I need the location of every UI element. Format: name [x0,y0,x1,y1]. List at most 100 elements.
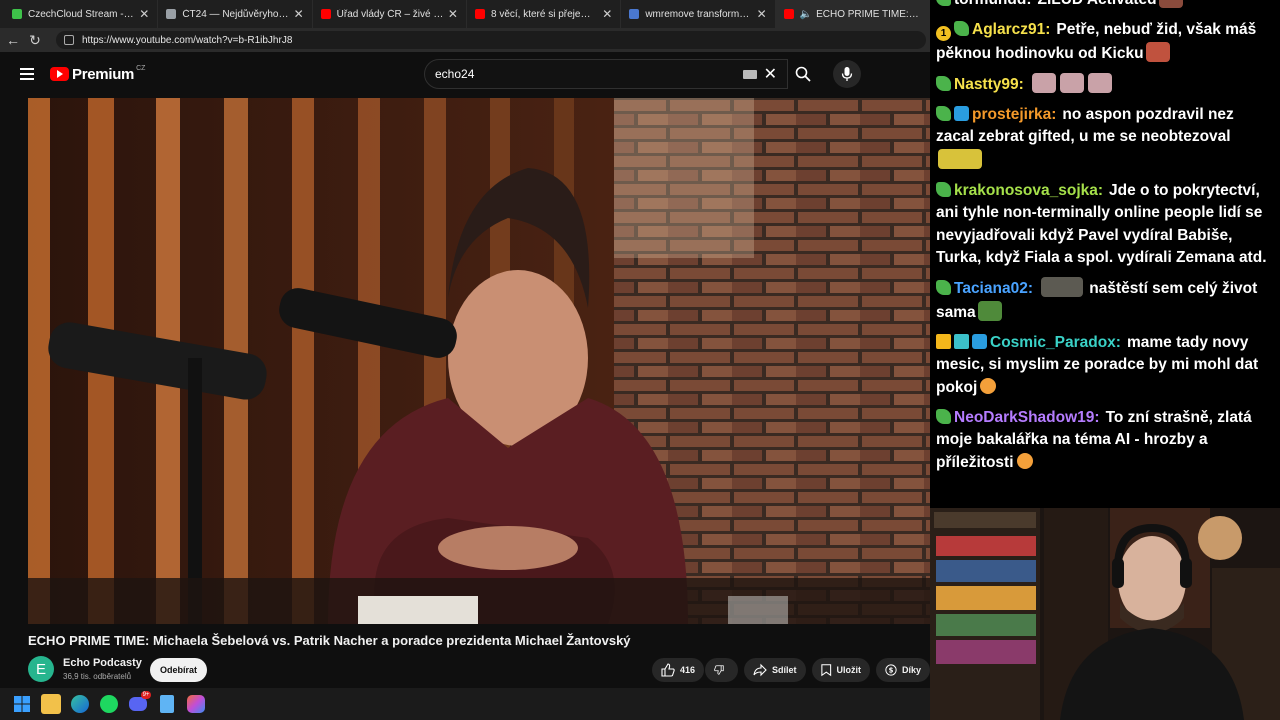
youtube-icon [320,9,331,19]
search-input[interactable]: echo24 ✕ [424,59,788,89]
chat-username[interactable]: tormundd: [954,0,1031,8]
chat-message: Taciana02: naštěstí sem celý život sama [936,277,1276,324]
video-frame-image [28,98,930,624]
tab-title: CzechCloud Stream - Watch Live o [28,8,136,20]
czechcloud-icon [12,9,22,19]
chat-username[interactable]: Nastty99: [954,76,1024,93]
edge-icon[interactable] [70,694,90,714]
rank-badge-icon: 1 [936,26,951,41]
browser-tab-echo-prime-time[interactable]: 🔈ECHO PRIME TIME: Micha [775,0,930,28]
subscribe-button[interactable]: Odebírat [150,658,207,682]
close-icon[interactable]: ✕ [139,7,149,21]
save-label: Uložit [836,665,862,675]
chat-message: Cosmic_Paradox: mame tady novy mesic, si … [936,332,1276,400]
subscriber-badge-icon [954,21,969,36]
discord-badge: 9+ [141,691,151,699]
tab-title: ČT24 — Nejdůvěryhodnější zpravo [182,8,290,20]
browser-tab-wmremove[interactable]: wmremove transformed (4) — Port ✕ [621,0,776,28]
file-explorer-icon[interactable] [41,694,61,714]
chat-username[interactable]: krakonosova_sojka: [954,182,1103,199]
thumbs-up-icon [661,663,675,677]
windows-taskbar: 9+ [0,688,930,720]
streamer-webcam [930,508,1280,720]
like-count: 416 [679,665,695,675]
menu-icon[interactable] [20,68,34,80]
microphone-icon [841,67,853,81]
share-icon [753,663,767,677]
copilot-icon[interactable] [186,694,206,714]
browser-tab-strip: CzechCloud Stream - Watch Live o✕ ČT24 —… [0,0,930,28]
search-icon [795,66,811,82]
browser-tab-ct24[interactable]: ČT24 — Nejdůvěryhodnější zpravo ✕ [158,0,313,28]
dislike-button[interactable] [705,658,738,682]
youtube-header: Premium CZ echo24 ✕ [0,52,930,96]
subscriber-badge-icon [936,0,951,6]
subscriber-badge-icon [936,408,951,424]
chat-username[interactable]: prostejirka: [972,106,1056,123]
emote-icon [1059,72,1084,93]
search-button[interactable] [788,59,818,89]
ct24-icon [166,9,177,19]
video-player[interactable] [28,98,930,624]
tab-title: wmremove transformed (4) — Port [645,8,752,20]
youtube-premium-logo[interactable]: Premium CZ [50,64,146,83]
reload-icon[interactable]: ↻ [24,32,46,49]
chat-username[interactable]: Aglarcz91: [972,21,1050,38]
channel-name[interactable]: Echo Podcasty [63,657,142,669]
browser-tab-urad-vlady[interactable]: Úřad vlády ČR – živé vysílání - You ✕ [313,0,467,28]
thanks-button[interactable]: $ Díky [876,658,930,682]
emoji-icon [980,377,997,394]
emote-icon [1145,41,1170,62]
subscriber-badge-icon [936,181,951,197]
country-code: CZ [136,64,146,72]
tab-title: ECHO PRIME TIME: Micha [816,8,921,20]
windows-icon[interactable] [12,694,32,714]
chat-username[interactable]: Cosmic_Paradox: [990,334,1121,351]
chat-message: 1 Aglarcz91: Petře, nebuď žid, však máš pě… [936,19,1276,65]
chat-message: prostejirka: no aspon pozdravil nez zacal… [936,104,1276,173]
subscriber-badge-icon [936,75,951,91]
back-arrow-icon[interactable]: ← [2,32,24,48]
url-field[interactable]: https://www.youtube.com/watch?v=b-R1ibJh… [56,31,926,49]
thumbs-down-icon [714,665,724,675]
webcam-image [930,508,1280,720]
subscriber-count: 36,9 tis. odběratelů [63,672,132,681]
portal-icon [629,9,640,19]
chat-username[interactable]: Taciana02: [954,280,1033,297]
emote-icon [1158,0,1183,8]
crown-badge-icon [936,333,951,349]
subscriber-badge-icon [936,280,951,295]
youtube-icon [783,9,794,19]
close-icon[interactable]: ✕ [602,7,612,21]
share-button[interactable]: Sdílet [744,658,806,682]
emote-icon [1040,277,1083,297]
close-icon[interactable]: ✕ [448,7,458,21]
browser-tab-czechcloud[interactable]: CzechCloud Stream - Watch Live o✕ [4,0,159,28]
voice-search-button[interactable] [833,60,861,88]
chat-username[interactable]: NeoDarkShadow19: [954,409,1100,426]
save-button[interactable]: Uložit [812,658,870,682]
cube-badge-icon [972,333,987,349]
browser-tab-dlc[interactable]: 8 věcí, které si přejeme od DLC pro ✕ [467,0,622,28]
tab-title: Úřad vlády ČR – živé vysílání - You [336,8,444,20]
chart-badge-icon [954,333,969,349]
youtube-icon [474,9,485,19]
search-value: echo24 [435,67,475,81]
close-icon[interactable]: ✕ [294,7,304,21]
chat-message: NeoDarkShadow19: To zní strašně, zlatá mo… [936,407,1276,475]
pepe-emote-icon [977,300,1002,321]
site-info-icon[interactable] [64,35,74,45]
close-icon[interactable]: ✕ [757,7,767,21]
channel-info[interactable]: E Echo Podcasty 36,9 tis. odběratelů [28,656,142,682]
video-title: ECHO PRIME TIME: Michaela Šebelová vs. P… [28,633,631,648]
notepad-icon[interactable] [157,694,177,714]
discord-icon[interactable]: 9+ [128,691,151,714]
spotify-icon[interactable] [99,694,119,714]
chat-message: krakonosova_sojka: Jde o to pokrytectví, … [936,180,1276,270]
url-text: https://www.youtube.com/watch?v=b-R1ibJh… [82,34,293,46]
clear-search-icon[interactable]: ✕ [764,64,777,84]
like-button[interactable]: 416 [652,658,704,682]
channel-avatar[interactable]: E [28,656,54,682]
keyboard-icon[interactable] [743,70,757,79]
emote-icon [1087,72,1112,93]
